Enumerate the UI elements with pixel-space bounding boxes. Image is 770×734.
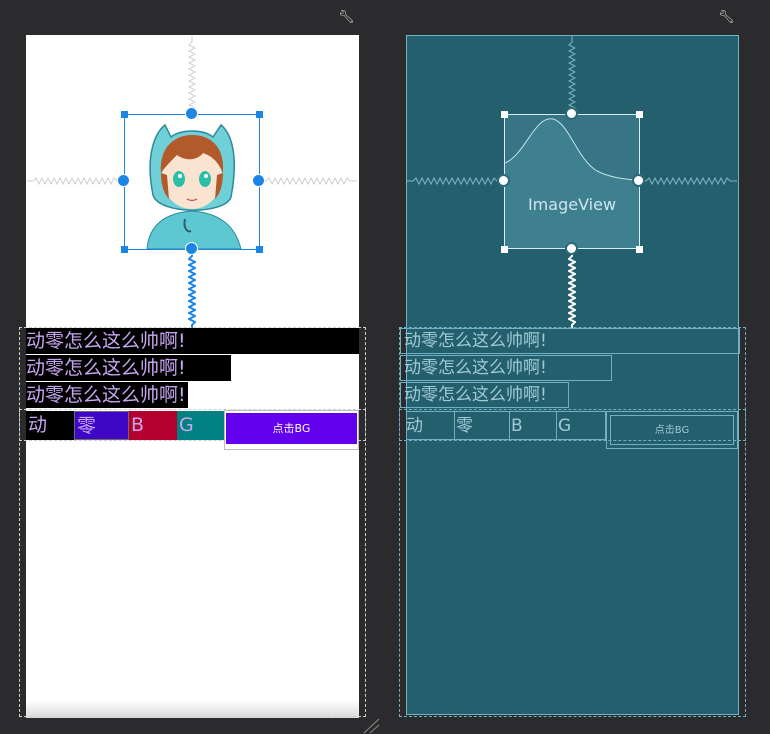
bp-textview-3-text: 动零怎么这么帅啊!: [404, 385, 547, 405]
wrench-icon[interactable]: 🔧︎: [338, 10, 355, 26]
bp-constraint-anchor-bottom[interactable]: [565, 242, 578, 255]
bp-row-cell-1-text: 动: [406, 416, 423, 436]
wrench-icon[interactable]: 🔧︎: [718, 10, 735, 26]
bp-resize-handle-bottom-left[interactable]: [501, 246, 508, 253]
bp-resize-handle-top-left[interactable]: [501, 111, 508, 118]
resize-corner-icon[interactable]: [362, 718, 380, 734]
constraint-anchor-right[interactable]: [252, 174, 265, 187]
bp-row-cell-3-text: B: [511, 416, 523, 436]
click-bg-button[interactable]: 点击BG: [226, 413, 357, 444]
bp-click-bg-button[interactable]: 点击BG: [606, 411, 738, 449]
bp-row-cell-2-text: 零: [456, 416, 473, 436]
bp-constraint-anchor-right[interactable]: [632, 174, 645, 187]
bp-constraint-anchor-top[interactable]: [565, 107, 578, 120]
right-constraint-spring: [260, 177, 357, 185]
bp-bottom-constraint-spring: [568, 250, 576, 328]
bp-imageview[interactable]: ImageView: [504, 114, 640, 249]
textview-2[interactable]: 动零怎么这么帅啊!: [26, 355, 231, 381]
row-cell-2[interactable]: 零: [74, 411, 129, 440]
image-placeholder-curve: [505, 115, 639, 182]
textview-3[interactable]: 动零怎么这么帅啊!: [26, 382, 188, 408]
bp-button-label: 点击BG: [610, 415, 734, 445]
bp-top-constraint-spring: [568, 36, 576, 114]
bp-resize-handle-bottom-right[interactable]: [636, 246, 643, 253]
bp-right-constraint-spring: [640, 177, 737, 185]
imageview-selection-frame[interactable]: [124, 114, 260, 250]
resize-handle-bottom-left[interactable]: [121, 246, 128, 253]
constraint-anchor-top[interactable]: [185, 107, 198, 120]
constraint-anchor-bottom[interactable]: [185, 242, 198, 255]
imageview-label: ImageView: [527, 195, 617, 214]
bp-row-cell-4-text: G: [558, 416, 572, 436]
row-cell-1[interactable]: 动: [26, 411, 74, 440]
row-cell-4[interactable]: G: [177, 411, 225, 440]
textview-1[interactable]: 动零怎么这么帅啊!: [26, 328, 359, 354]
bp-textview-2-text: 动零怎么这么帅啊!: [404, 358, 547, 378]
left-constraint-spring: [27, 177, 124, 185]
constraint-anchor-left[interactable]: [117, 174, 130, 187]
bp-constraint-anchor-left[interactable]: [497, 174, 510, 187]
resize-handle-top-right[interactable]: [256, 111, 263, 118]
bottom-constraint-spring: [188, 250, 196, 328]
bp-textview-1-text: 动零怎么这么帅啊!: [404, 331, 547, 351]
bp-left-constraint-spring: [407, 177, 504, 185]
resize-handle-top-left[interactable]: [121, 111, 128, 118]
row-cell-3[interactable]: B: [129, 411, 177, 440]
resize-handle-bottom-right[interactable]: [256, 246, 263, 253]
bp-resize-handle-top-right[interactable]: [636, 111, 643, 118]
top-constraint-spring: [188, 36, 196, 114]
